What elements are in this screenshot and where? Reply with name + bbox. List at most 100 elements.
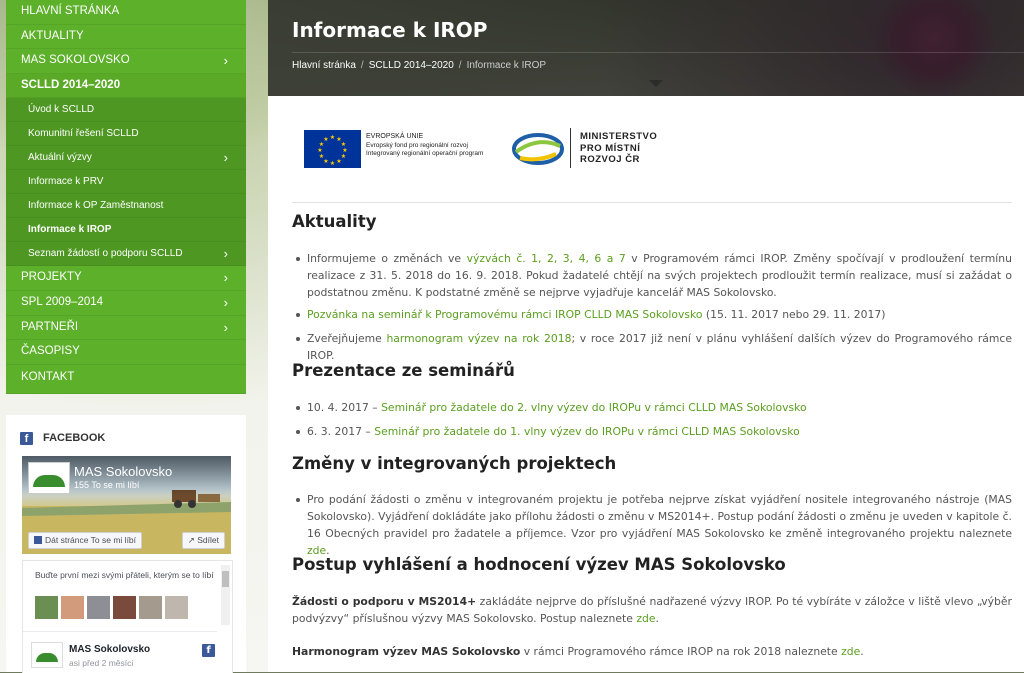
mmr-line1: MINISTERSTVO <box>580 131 658 142</box>
eu-line1: EVROPSKÁ UNIE <box>366 133 424 140</box>
facebook-friend-faces <box>35 596 188 619</box>
svg-text:★: ★ <box>319 153 324 160</box>
friend-avatar[interactable] <box>113 596 136 619</box>
facebook-like-button[interactable]: Dát stránce To se mi líbí <box>28 532 143 549</box>
link-seminar-2-vlna[interactable]: Seminář pro žadatele do 2. vlny výzev do… <box>381 401 807 414</box>
nav-item-partneri[interactable]: PARTNEŘI › <box>6 316 246 341</box>
subnav-item-label: Informace k IROP <box>28 224 112 236</box>
facebook-likes-count: 155 To se mi líbí <box>74 480 140 490</box>
facebook-page-avatar[interactable] <box>28 462 70 494</box>
news-text: Informujeme o změnách ve <box>307 252 467 265</box>
subnav-item-prv[interactable]: Informace k PRV <box>6 170 246 195</box>
chevron-right-icon: › <box>223 53 228 69</box>
subnav-item-irop[interactable]: Informace k IROP <box>6 218 246 243</box>
eu-line3: Integrovaný regionální operační program <box>366 150 484 157</box>
nav-item-label: PARTNEŘI <box>21 320 79 333</box>
link-harmonogram-zde[interactable]: zde <box>841 645 860 658</box>
presentation-item: 10. 4. 2017 – Seminář pro žadatele do 2.… <box>296 399 1012 416</box>
subnav-item-op-zamestnanost[interactable]: Informace k OP Zaměstnanost <box>6 194 246 219</box>
eu-stars: ★ ★★ ★★★ ★★★ ★★★ <box>317 134 347 167</box>
header-pointer <box>649 80 663 87</box>
svg-text:★: ★ <box>330 160 335 167</box>
facebook-scrollbar[interactable] <box>221 565 230 625</box>
mmr-divider <box>570 128 571 168</box>
nav-item-label: MAS SOKOLOVSKO <box>21 54 130 67</box>
changes-item: Pro podání žádosti o změnu v integrované… <box>296 491 1012 559</box>
news-text: (15. 11. 2017 nebo 29. 11. 2017) <box>702 308 886 321</box>
share-button-label: Sdílet <box>197 535 219 545</box>
subnav-item-seznam-zadosti[interactable]: Seznam žádostí o podporu SCLLD › <box>6 242 246 267</box>
eu-flag-logo: ★ ★ ★ ★ ★ ★ ★ ★ ★ ★ ★ ★ <box>304 130 361 168</box>
presentation-item: 6. 3. 2017 – Seminář pro žadatele do 1. … <box>296 423 1012 440</box>
scrollbar-thumb[interactable] <box>222 571 229 587</box>
news-item: Pozvánka na seminář k Programovému rámci… <box>296 306 1012 323</box>
page-header: Informace k IROP Hlavní stránka / SCLLD 20… <box>268 0 1024 96</box>
eu-logo-text: EVROPSKÁ UNIE Evropský fond pro regionál… <box>366 133 483 159</box>
share-icon: ↗ <box>187 535 198 545</box>
chevron-right-icon: › <box>223 294 228 310</box>
link-pozvanka-seminar[interactable]: Pozvánka na seminář k Programovému rámci… <box>307 308 702 321</box>
news-item: Informujeme o změnách ve výzvách č. 1, 2… <box>296 250 1012 301</box>
section-heading-postup: Postup vyhlášení a hodnocení výzev MAS S… <box>292 555 786 574</box>
friend-avatar[interactable] <box>165 596 188 619</box>
subnav-item-label: Aktuální výzvy <box>28 152 92 164</box>
chevron-right-icon: › <box>223 270 228 286</box>
breadcrumb-link-home[interactable]: Hlavní stránka <box>292 60 356 71</box>
svg-text:★: ★ <box>330 134 335 141</box>
facebook-icon: f <box>202 644 215 657</box>
nav-item-label: AKTUALITY <box>21 29 84 42</box>
nav-item-label: ČASOPISY <box>21 345 80 358</box>
harmonogram-bold-text: Harmonogram výzev MAS Sokolovsko <box>292 645 521 658</box>
mmr-line2: PRO MÍSTNÍ <box>580 142 641 154</box>
mmr-line3: ROZVOJ ČR <box>580 154 640 165</box>
header-divider <box>292 52 1024 53</box>
facebook-icon: f <box>20 431 33 445</box>
svg-text:★: ★ <box>336 158 341 165</box>
harmonogram-paragraph: Harmonogram výzev MAS Sokolovsko v rámci… <box>292 643 1012 660</box>
facebook-page-name[interactable]: MAS Sokolovsko <box>74 464 172 479</box>
friend-avatar[interactable] <box>87 596 110 619</box>
section-heading-zmeny: Změny v integrovaných projektech <box>292 454 617 473</box>
like-button-label: Dát stránce To se mi líbí <box>45 535 137 545</box>
friend-avatar[interactable] <box>35 596 58 619</box>
svg-text:★: ★ <box>323 136 328 143</box>
link-seminar-1-vlna[interactable]: Seminář pro žadatele do 1. vlny výzev do… <box>374 425 800 438</box>
subnav-item-label: Seznam žádostí o podporu SCLLD <box>28 248 183 260</box>
friend-avatar[interactable] <box>139 596 162 619</box>
procedure-bold-text: Žádosti o podporu v MS2014+ <box>292 595 477 608</box>
facebook-post-time[interactable]: asi před 2 měsíci <box>69 658 133 668</box>
mmr-logo-text: MINISTERSTVO PRO MÍSTNÍ ROZVOJ ČR <box>580 131 657 166</box>
funding-logos: ★ ★ ★ ★ ★ ★ ★ ★ ★ ★ ★ ★ EVROPSKÁ UNIE Evropský f… <box>304 128 684 170</box>
link-vyzvy[interactable]: výzvách č. 1, 2, 3, 4, 6 a 7 <box>467 252 626 265</box>
nav-item-label: SCLLD 2014–2020 <box>21 78 121 91</box>
nav-item-mas-sokolovsko[interactable]: MAS SOKOLOVSKO › <box>6 49 246 74</box>
breadcrumb-link-sclld[interactable]: SCLLD 2014–2020 <box>369 60 454 71</box>
nav-item-hlavni-stranka[interactable]: HLAVNÍ STRÁNKA <box>6 0 246 25</box>
presentation-date: 6. 3. 2017 – <box>307 425 375 438</box>
nav-item-label: SPL 2009–2014 <box>21 295 104 308</box>
nav-item-aktuality[interactable]: AKTUALITY <box>6 25 246 50</box>
subnav-item-komunitni[interactable]: Komunitní řešení SCLLD <box>6 122 246 147</box>
friend-avatar[interactable] <box>61 596 84 619</box>
procedure-paragraph: Žádosti o podporu v MS2014+ zakládáte ne… <box>292 593 1012 627</box>
harmonogram-text: . <box>860 645 864 658</box>
nav-item-projekty[interactable]: PROJEKTY › <box>6 266 246 291</box>
subnav-item-label: Komunitní řešení SCLLD <box>28 128 139 140</box>
nav-item-kontakt[interactable]: KONTAKT <box>6 365 246 394</box>
subnav-item-label: Úvod k SCLLD <box>28 104 95 116</box>
facebook-cover[interactable]: MAS Sokolovsko 155 To se mi líbí Dát str… <box>22 456 231 554</box>
facebook-share-button[interactable]: ↗ Sdílet <box>181 532 225 549</box>
nav-item-casopisy[interactable]: ČASOPISY <box>6 340 246 365</box>
nav-item-sclld[interactable]: SCLLD 2014–2020 <box>6 73 246 99</box>
subnav-item-uvod[interactable]: Úvod k SCLLD <box>6 98 246 123</box>
link-postup-zde[interactable]: zde <box>636 612 655 625</box>
nav-item-spl[interactable]: SPL 2009–2014 › <box>6 291 246 316</box>
facebook-post-avatar[interactable] <box>31 642 63 668</box>
breadcrumb: Hlavní stránka / SCLLD 2014–2020 / Informace… <box>292 60 546 71</box>
link-harmonogram[interactable]: harmonogram výzev na rok 2018 <box>386 332 571 345</box>
presentation-date: 10. 4. 2017 – <box>307 401 382 414</box>
subnav-item-aktualni-vyzvy[interactable]: Aktuální výzvy › <box>6 146 246 171</box>
nav-item-label: KONTAKT <box>21 370 75 383</box>
facebook-post-author[interactable]: MAS Sokolovsko <box>69 644 150 655</box>
chevron-right-icon: › <box>223 150 228 166</box>
